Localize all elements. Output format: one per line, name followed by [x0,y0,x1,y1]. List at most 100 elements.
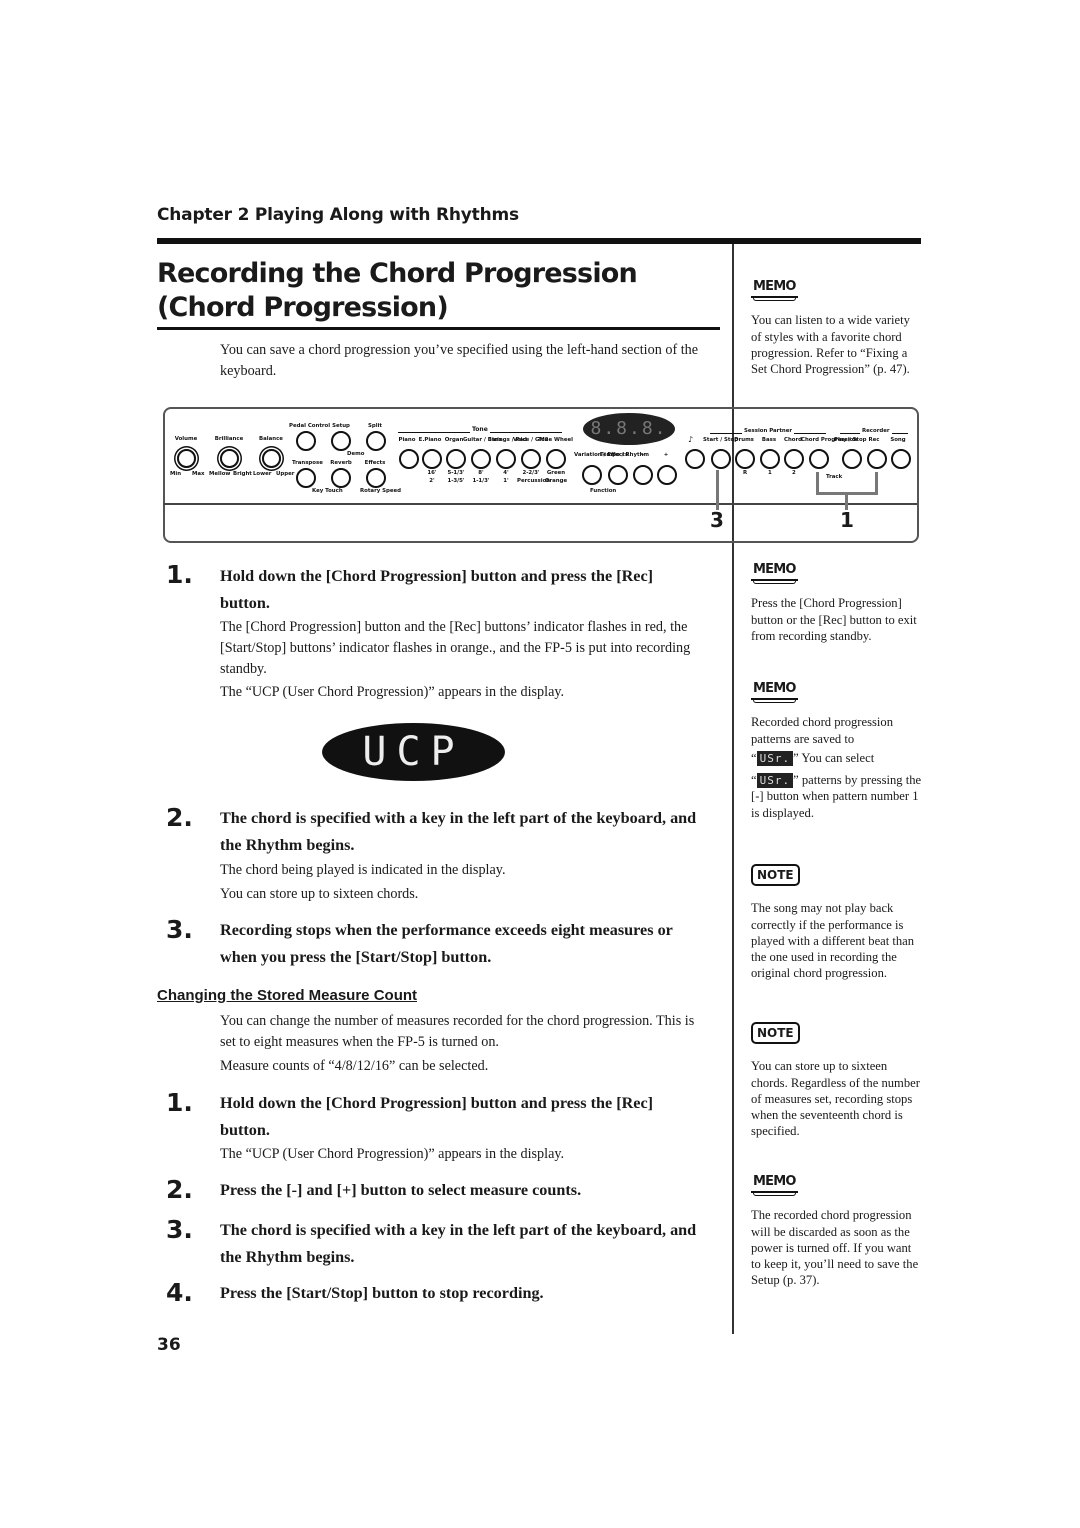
note-text: You can store up to sixteen chords. Rega… [751,1059,920,1139]
step-heading: The chord is specified with a key in the… [220,809,697,854]
brilliance-max-label: Bright [233,471,252,477]
ucp-display: UCP [322,723,505,781]
volume-min-label: Min [170,471,182,477]
split-button[interactable] [366,431,386,451]
knob-label-volume: Volume [174,436,198,442]
step-heading: Press the [-] and [+] button to select m… [220,1181,582,1199]
tempo-rhythm-button[interactable] [608,465,628,485]
subsection-body: You can change the number of measures re… [220,1013,695,1050]
chord-progression-button[interactable] [809,449,829,469]
step-body: The “UCP (User Chord Progression)” appea… [220,1146,565,1162]
usr-display-glyph: USr. [756,773,794,789]
tone-footer-label: 1-1/3' [472,478,490,484]
note-icon: NOTE [751,1022,800,1045]
step-heading: Hold down the [Chord Progression] button… [220,567,654,612]
start-stop-button[interactable] [711,449,731,469]
chord-button[interactable] [784,449,804,469]
step-body: The [Chord Progression] button and the [… [220,619,691,677]
plus-button[interactable] [657,465,677,485]
tone-footer-label: 1' [503,478,509,484]
pedal-control-button[interactable] [296,431,316,451]
track-label: Track [826,474,843,480]
setup-button[interactable] [331,431,351,451]
memo-icon: MEMO [751,562,798,585]
function-label: Function [590,488,617,494]
chapter-heading: Chapter 2 Playing Along with Rhythms [157,205,519,225]
tone-footer-label: Green [546,470,566,476]
tone-footer-label: 5-1/3' [447,470,465,476]
step-number: 1. [166,560,193,589]
song-label: Song [890,437,906,443]
note-icon: NOTE [751,864,800,887]
track-number: 2 [792,470,796,476]
memo-text: You can listen to a wide variety of styl… [751,313,910,377]
balance-max-label: Upper [276,471,295,477]
bass-button[interactable] [760,449,780,469]
memo-text-fragment: ” You can select [793,750,875,765]
minus-button[interactable] [633,465,653,485]
effects-button[interactable] [366,468,386,488]
recorder-label: Recorder [860,428,892,434]
track-number: 1 [768,470,772,476]
step-body: The “UCP (User Chord Progression)” appea… [220,684,565,700]
page-number: 36 [157,1335,181,1355]
callout-1: 1 [840,508,854,532]
section-title-line2: (Chord Progression) [157,292,449,323]
demo-label: Demo [347,451,365,457]
tone-group-label: Tone [470,426,490,433]
variation-effects-button[interactable] [582,465,602,485]
tone-footer-label: Orange [544,478,568,484]
e-piano-button[interactable] [422,449,442,469]
voice-gm2-button[interactable] [521,449,541,469]
section-title: Recording the Chord Progression (Chord P… [157,257,727,325]
volume-knob[interactable] [177,449,196,468]
memo-box: MEMO Recorded chord progression patterns… [751,680,923,821]
intro-text: You can save a chord progression you’ve … [220,342,699,379]
reverb-button[interactable] [331,468,351,488]
memo-text: Press the [Chord Progression] button or … [751,596,917,643]
plus-label: + [663,452,669,458]
effects-label: Effects [364,460,386,466]
tone-wheel-button[interactable] [546,449,566,469]
play-stop-button[interactable] [842,449,862,469]
tone-footer-label: 8' [478,470,484,476]
subsection-body: Measure counts of “4/8/12/16” can be sel… [220,1058,489,1074]
transpose-button[interactable] [296,468,316,488]
session-partner-label: Session Partner [742,428,795,434]
rec-button[interactable] [867,449,887,469]
brilliance-knob[interactable] [220,449,239,468]
step-body: The chord being played is indicated in t… [220,862,506,878]
tone-footer-label: Percussion [517,478,551,484]
note-box: NOTE You can store up to sixteen chords.… [751,1022,923,1140]
memo-text: “USr.” patterns by pressing the [-] butt… [751,773,922,820]
piano-button[interactable] [399,449,419,469]
balance-knob[interactable] [262,449,281,468]
setup-label: Setup [332,423,350,429]
metronome-button[interactable] [685,449,705,469]
step-body: You can store up to sixteen chords. [220,886,419,902]
tone-footer-label: 2-2/3' [522,470,540,476]
strings-pad-button[interactable] [496,449,516,469]
transpose-label: Transpose [292,460,323,466]
metronome-icon: ♪ [688,435,694,444]
drums-button[interactable] [735,449,755,469]
step-number: 3. [166,915,193,944]
tone-footer-label: 4' [503,470,509,476]
section-title-line1: Recording the Chord Progression [157,258,638,289]
organ-button[interactable] [446,449,466,469]
memo-icon: MEMO [751,1174,798,1197]
step-number: 1. [166,1088,193,1117]
callout-line-1a [816,472,819,494]
rotary-speed-label: Rotary Speed [360,488,402,494]
step-number: 4. [166,1278,193,1307]
guitar-bass-button[interactable] [471,449,491,469]
panel-divider [163,503,917,505]
song-button[interactable] [891,449,911,469]
track-number: R [743,470,748,476]
chord-progression-label: Chord Progression [801,437,858,443]
reverb-label: Reverb [330,460,352,466]
memo-box: MEMO Press the [Chord Progression] butto… [751,561,923,644]
header-rule [157,238,921,244]
step-heading: Hold down the [Chord Progression] button… [220,1094,654,1139]
step-number: 2. [166,803,193,832]
